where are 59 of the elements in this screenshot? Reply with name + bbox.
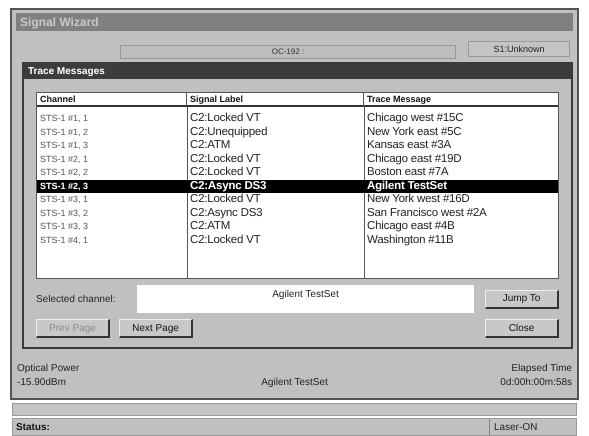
table-cell-text: STS-1 #3, 3 [39,220,90,233]
table-cell-text: STS-1 #1, 2 [39,126,90,138]
table-cell-text: New York west #16D [366,193,471,206]
table-cell-text: C2:ATM [189,139,232,152]
s1-field: S1:Unknown [468,41,570,57]
table-row[interactable]: STS-1 #1, 1 C2:Locked VT Chicago west #15C [37,112,558,126]
table-cell-text: C2:Locked VT [189,193,262,206]
dialog-button[interactable]: Next Page [119,319,193,338]
table-row[interactable]: STS-1 #1, 3 C2:ATM Kansas east #3A [37,139,558,152]
table-cell-text: Chicago east #4B [366,220,456,234]
column-header: Channel [37,93,187,106]
selected-channel-label: Selected channel: [36,292,117,306]
status-label: Status: [15,420,51,434]
table-row[interactable]: STS-1 #4, 1 C2:Locked VT Washington #11B [37,234,558,247]
column-header: Trace Message [366,93,432,106]
optical-power-value: -15.90dBm [17,376,67,390]
table-cell-text: New York east #5C [366,126,462,139]
table-cell-text: Agilent TestSet [366,180,448,193]
table-row[interactable]: STS-1 #2, 1 C2:Locked VT Chicago east #19D [37,152,558,166]
table-cell-text: San Francisco west #2A [366,206,488,220]
table-cell-text: STS-1 #2, 1 [39,152,90,166]
table-cell-text: C2:ATM [189,220,232,234]
dialog-title: Trace Messages [24,64,571,79]
selected-channel-field: Agilent TestSet [137,285,474,313]
table-cell-text: C2:Locked VT [189,234,262,247]
table-row[interactable]: STS-1 #3, 2 C2:Async DS3 San Francisco west #2A [37,206,558,220]
table-cell-text: STS-1 #1, 1 [39,112,90,125]
table-cell-text: C2:Locked VT [189,152,262,166]
table-cell-text: Boston east #7A [366,166,450,180]
table-cell-text: C2:Unequipped [189,126,268,139]
column-header: Signal Label [187,93,364,106]
optical-power-label: Optical Power [17,362,80,376]
table-cell-text: STS-1 #4, 1 [39,234,90,246]
table-row[interactable]: STS-1 #3, 1 C2:Locked VT New York west #16D [37,193,558,206]
table-row[interactable]: STS-1 #2, 3 C2:Async DS3 Agilent TestSet [37,180,558,193]
elapsed-time-value: 0d:00h:00m:58s [499,376,572,390]
table-cell-text: STS-1 #2, 3 [39,180,90,192]
dialog-button[interactable]: Jump To [485,290,559,308]
table-cell-text: STS-1 #2, 2 [39,166,90,179]
table-cell-text: Kansas east #3A [366,139,452,152]
table-cell-text: C2:Locked VT [189,112,262,126]
table-cell-text: Washington #11B [366,234,455,247]
table-cell-text: STS-1 #3, 1 [39,193,90,206]
window-title: Signal Wizard [16,13,573,31]
elapsed-time-label: Elapsed Time [510,362,572,376]
laser-status: Laser-ON [489,419,576,435]
table-cell-text: C2:Async DS3 [189,206,264,220]
table-cell-text: STS-1 #1, 3 [39,139,90,152]
table-row[interactable]: STS-1 #2, 2 C2:Locked VT Boston east #7A [37,166,558,180]
table-row[interactable]: STS-1 #1, 2 C2:Unequipped New York east #5C [37,126,558,139]
dialog-button[interactable]: Close [485,319,559,338]
table-cell-text: C2:Async DS3 [189,180,268,193]
signal-field: OC-192 : [120,45,456,59]
table-cell-text: STS-1 #3, 2 [39,206,90,220]
table-cell-text: Chicago east #19D [366,152,462,166]
trace-value: Agilent TestSet [260,376,329,390]
table-row[interactable]: STS-1 #3, 3 C2:ATM Chicago east #4B [37,220,558,234]
table-cell-text: C2:Locked VT [189,166,262,180]
table-cell-text: Chicago west #15C [366,112,464,126]
